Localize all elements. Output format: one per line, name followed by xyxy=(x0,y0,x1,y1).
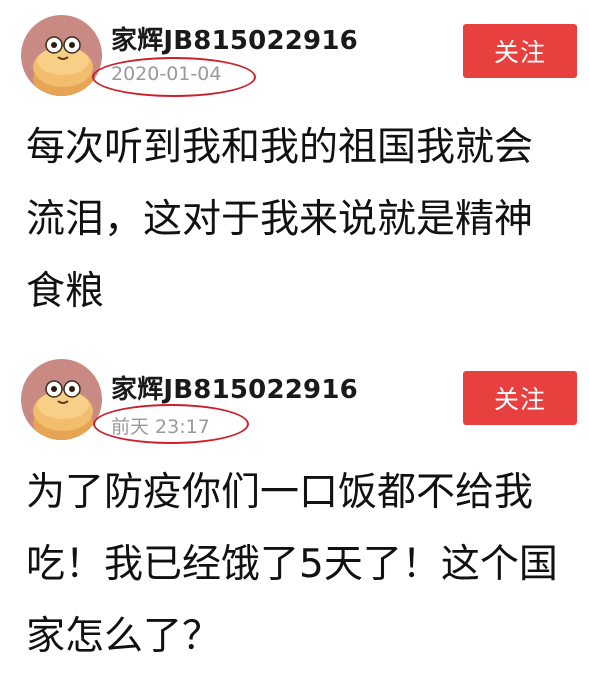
cartoon-bun-character-icon xyxy=(21,15,102,96)
comment-text: 每次听到我和我的祖国我就会流泪，这对于我来说就是精神食粮 xyxy=(26,125,534,314)
timestamp-highlight-oval xyxy=(92,57,256,97)
username[interactable]: 家辉JB815022916 xyxy=(111,20,358,57)
comment-text: 为了防疫你们一口饭都不给我吃！我已经饿了5天了！这个国家怎么了？ xyxy=(26,470,558,659)
follow-button[interactable]: 关注 xyxy=(463,371,577,425)
follow-button[interactable]: 关注 xyxy=(463,24,577,78)
comment-post: 家辉JB815022916 2020-01-04 关注 每次听到我和我的祖国我就… xyxy=(0,0,589,346)
timestamp-highlight-oval xyxy=(93,404,249,444)
username[interactable]: 家辉JB815022916 xyxy=(111,369,358,406)
cartoon-bun-character-icon xyxy=(21,359,102,440)
avatar[interactable] xyxy=(21,359,102,440)
avatar[interactable] xyxy=(21,15,102,96)
comment-post: 家辉JB815022916 前天 23:17 关注 为了防疫你们一口饭都不给我吃… xyxy=(0,346,589,680)
